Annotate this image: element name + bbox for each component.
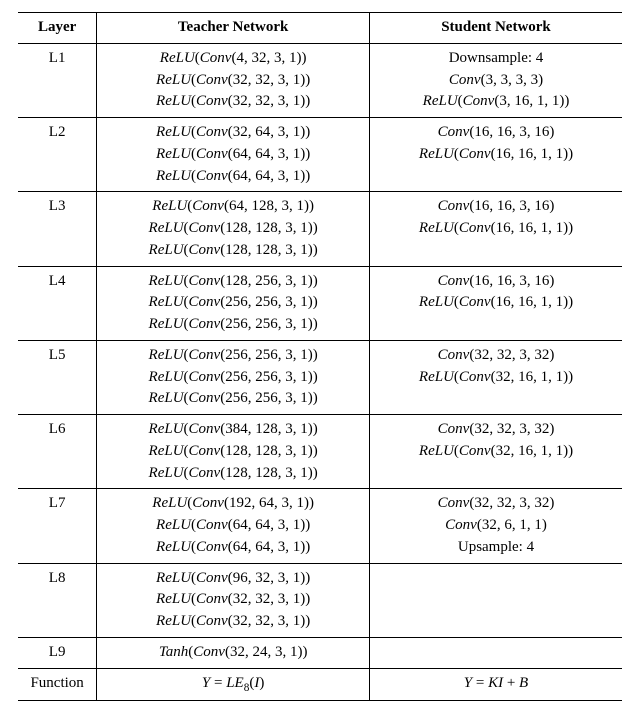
table-header-row: Layer Teacher Network Student Network (18, 13, 622, 44)
teacher-function: Y = LE8(I) (97, 668, 370, 700)
table-row: L9 Tanh(Conv(32, 24, 3, 1)) (18, 637, 622, 668)
layer-cell: L3 (18, 192, 97, 266)
layer-cell: Function (18, 668, 97, 700)
table-row: L2 ReLU(Conv(32, 64, 3, 1)) ReLU(Conv(64… (18, 118, 622, 192)
layer-cell: L9 (18, 637, 97, 668)
teacher-cell: ReLU(Conv(4, 32, 3, 1)) ReLU(Conv(32, 32… (97, 43, 370, 117)
table-row: L6 ReLU(Conv(384, 128, 3, 1)) ReLU(Conv(… (18, 415, 622, 489)
table-row: L8 ReLU(Conv(96, 32, 3, 1)) ReLU(Conv(32… (18, 563, 622, 637)
teacher-cell: ReLU(Conv(384, 128, 3, 1)) ReLU(Conv(128… (97, 415, 370, 489)
teacher-cell: Tanh(Conv(32, 24, 3, 1)) (97, 637, 370, 668)
layer-cell: L7 (18, 489, 97, 563)
table-row: L5 ReLU(Conv(256, 256, 3, 1)) ReLU(Conv(… (18, 340, 622, 414)
teacher-cell: ReLU(Conv(32, 64, 3, 1)) ReLU(Conv(64, 6… (97, 118, 370, 192)
teacher-cell: ReLU(Conv(96, 32, 3, 1)) ReLU(Conv(32, 3… (97, 563, 370, 637)
teacher-cell: ReLU(Conv(64, 128, 3, 1)) ReLU(Conv(128,… (97, 192, 370, 266)
table-row: L4 ReLU(Conv(128, 256, 3, 1)) ReLU(Conv(… (18, 266, 622, 340)
student-cell: Conv(32, 32, 3, 32) ReLU(Conv(32, 16, 1,… (369, 415, 622, 489)
layer-cell: L8 (18, 563, 97, 637)
teacher-cell: ReLU(Conv(192, 64, 3, 1)) ReLU(Conv(64, … (97, 489, 370, 563)
table-row: L7 ReLU(Conv(192, 64, 3, 1)) ReLU(Conv(6… (18, 489, 622, 563)
student-cell: Conv(16, 16, 3, 16) ReLU(Conv(16, 16, 1,… (369, 266, 622, 340)
layer-cell: L5 (18, 340, 97, 414)
student-cell (369, 563, 622, 637)
student-function: Y = KI + B (369, 668, 622, 700)
layer-cell: L4 (18, 266, 97, 340)
architecture-table: Layer Teacher Network Student Network L1… (18, 12, 622, 701)
student-cell: Conv(32, 32, 3, 32) ReLU(Conv(32, 16, 1,… (369, 340, 622, 414)
student-cell: Conv(32, 32, 3, 32) Conv(32, 6, 1, 1) Up… (369, 489, 622, 563)
teacher-cell: ReLU(Conv(256, 256, 3, 1)) ReLU(Conv(256… (97, 340, 370, 414)
layer-cell: L6 (18, 415, 97, 489)
layer-cell: L2 (18, 118, 97, 192)
student-cell: Conv(16, 16, 3, 16) ReLU(Conv(16, 16, 1,… (369, 192, 622, 266)
table-row: L1 ReLU(Conv(4, 32, 3, 1)) ReLU(Conv(32,… (18, 43, 622, 117)
col-student: Student Network (369, 13, 622, 44)
teacher-cell: ReLU(Conv(128, 256, 3, 1)) ReLU(Conv(256… (97, 266, 370, 340)
function-row: Function Y = LE8(I) Y = KI + B (18, 668, 622, 700)
col-layer: Layer (18, 13, 97, 44)
layer-cell: L1 (18, 43, 97, 117)
table-row: L3 ReLU(Conv(64, 128, 3, 1)) ReLU(Conv(1… (18, 192, 622, 266)
col-teacher: Teacher Network (97, 13, 370, 44)
student-cell: Conv(16, 16, 3, 16) ReLU(Conv(16, 16, 1,… (369, 118, 622, 192)
student-cell (369, 637, 622, 668)
student-cell: Downsample: 4 Conv(3, 3, 3, 3) ReLU(Conv… (369, 43, 622, 117)
